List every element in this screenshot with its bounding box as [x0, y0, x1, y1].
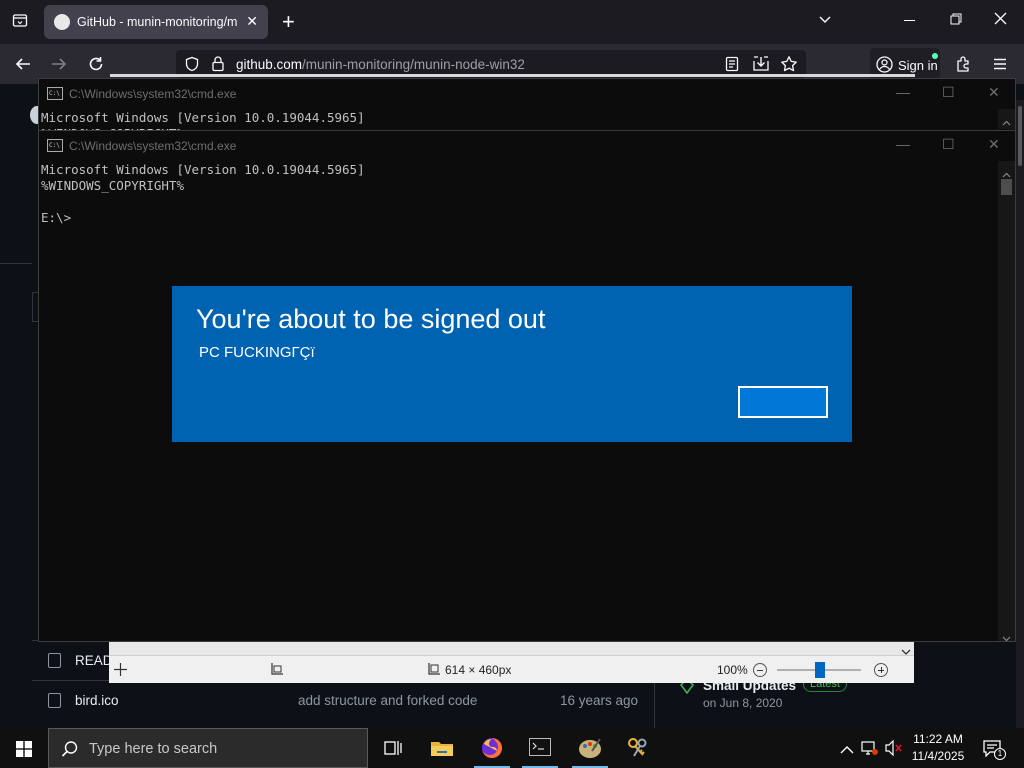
taskbar-search-box[interactable]: Type here to search	[48, 728, 368, 768]
url-path: /munin-monitoring/munin-node-win32	[302, 57, 525, 72]
clock-time[interactable]: 11:22 AM	[908, 732, 968, 746]
firefox-icon	[480, 736, 504, 765]
folder-icon	[430, 739, 454, 762]
file-name[interactable]: bird.ico	[75, 693, 119, 708]
search-placeholder: Type here to search	[89, 741, 218, 757]
file-icon	[48, 693, 61, 708]
gh-sidebar-divider	[654, 680, 655, 728]
taskbar: Type here to search 11:22 AM 11/4/2025 1	[0, 728, 1024, 768]
page-scroll-thumb[interactable]	[1018, 106, 1022, 166]
cmd-taskbar-icon	[529, 738, 551, 756]
new-tab-button[interactable]: +	[282, 9, 295, 35]
image-size-icon	[427, 663, 440, 681]
cmd-window-title: C:\Windows\system32\cmd.exe	[69, 139, 237, 153]
close-window-icon[interactable]	[994, 12, 1007, 28]
url-domain: github.com	[236, 57, 303, 72]
cmd-maximize-icon[interactable]: ☐	[942, 84, 955, 101]
taskbar-firefox[interactable]	[468, 728, 516, 768]
cmd-scrollbar[interactable]	[998, 161, 1015, 642]
dialog-close-button[interactable]	[738, 386, 828, 418]
file-name[interactable]: READ	[75, 653, 113, 668]
taskbar-paint[interactable]	[566, 728, 614, 768]
dialog-message: PC FUCKINGГÇï	[199, 344, 315, 361]
keys-icon	[626, 737, 650, 764]
task-view-icon	[384, 740, 402, 761]
move-tool-icon[interactable]	[114, 663, 127, 681]
cmd-app-icon: C:\	[47, 87, 63, 100]
sign-out-dialog: You're about to be signed out PC FUCKING…	[172, 286, 852, 442]
viewer-window-top	[109, 641, 914, 655]
show-hidden-icons-chevron[interactable]	[840, 742, 854, 760]
cmd-scroll-thumb[interactable]	[1001, 179, 1012, 195]
search-icon	[61, 740, 79, 763]
cmd-scrollbar[interactable]	[998, 109, 1015, 129]
browser-tab-bar: GitHub - munin-monitoring/munin-node-win…	[0, 0, 1024, 44]
cmd-window-title: C:\Windows\system32\cmd.exe	[69, 87, 237, 101]
image-dimensions: 614 × 460px	[445, 663, 512, 677]
taskbar-file-explorer[interactable]	[418, 728, 466, 768]
commit-age: 16 years ago	[559, 693, 638, 708]
windows-logo-icon	[16, 741, 32, 762]
zoom-out-icon[interactable]	[753, 663, 767, 677]
network-icon[interactable]	[861, 740, 879, 761]
cmd-close-icon[interactable]: ✕	[988, 136, 1000, 153]
tab-list-icon[interactable]	[12, 12, 28, 28]
file-row-bird-ico[interactable]: bird.ico add structure and forked code 1…	[32, 680, 654, 720]
cmd-titlebar[interactable]: C:\ C:\Windows\system32\cmd.exe — ☐ ✕	[39, 79, 1015, 109]
zoom-in-icon[interactable]	[874, 663, 888, 677]
gh-left-panel	[0, 84, 32, 264]
list-all-tabs-icon[interactable]	[818, 12, 832, 29]
zoom-level: 100%	[717, 663, 748, 677]
cmd-console-text[interactable]: Microsoft Windows [Version 10.0.19044.59…	[41, 162, 365, 226]
dialog-heading: You're about to be signed out	[196, 304, 546, 334]
zoom-slider-thumb[interactable]	[815, 662, 825, 678]
cmd-close-icon[interactable]: ✕	[988, 84, 1000, 101]
cmd-titlebar[interactable]: C:\ C:\Windows\system32\cmd.exe — ☐ ✕	[39, 131, 1015, 161]
cmd-maximize-icon[interactable]: ☐	[942, 136, 955, 153]
restore-icon[interactable]	[950, 12, 962, 28]
commit-message[interactable]: add structure and forked code	[298, 693, 477, 708]
tab-title: GitHub - munin-monitoring/munin-node-win…	[77, 15, 237, 29]
back-icon[interactable]	[14, 55, 32, 78]
github-favicon-icon	[54, 14, 70, 30]
app-menu-icon[interactable]	[992, 56, 1008, 77]
scroll-down-arrow-icon[interactable]	[1002, 629, 1011, 647]
image-viewer-status-bar: 614 × 460px 100%	[109, 655, 914, 683]
sign-in-label: Sign in	[898, 58, 938, 73]
forward-icon[interactable]	[50, 55, 68, 78]
url-text: github.com/munin-monitoring/munin-node-w…	[236, 57, 525, 72]
page-load-progress	[110, 74, 915, 77]
start-button[interactable]	[0, 728, 48, 768]
extensions-icon[interactable]	[955, 55, 973, 78]
cmd-minimize-icon[interactable]: —	[896, 136, 910, 152]
taskbar-cmd[interactable]	[516, 728, 564, 768]
reload-icon[interactable]	[87, 55, 105, 78]
volume-muted-icon[interactable]	[884, 739, 904, 761]
sign-in-badge	[932, 53, 938, 59]
clock-date[interactable]: 11/4/2025	[908, 749, 968, 763]
release-date: on Jun 8, 2020	[703, 696, 783, 710]
scroll-up-arrow-icon[interactable]	[1002, 113, 1011, 131]
paint-palette-icon	[578, 737, 602, 764]
page-scrollbar[interactable]	[1016, 100, 1024, 728]
selection-tool-icon[interactable]	[269, 663, 283, 682]
tab-close-icon[interactable]: ✕	[246, 13, 258, 30]
task-view-button[interactable]	[368, 728, 416, 768]
notification-count: 1	[994, 748, 1006, 760]
cmd-minimize-icon[interactable]: —	[896, 84, 910, 100]
cmd-app-icon: C:\	[47, 139, 63, 152]
tab-github[interactable]: GitHub - munin-monitoring/munin-node-win…	[44, 5, 268, 39]
action-center-button[interactable]: 1	[980, 736, 1006, 760]
minimize-icon[interactable]	[904, 20, 915, 21]
taskbar-keys-app[interactable]	[614, 728, 662, 768]
file-icon	[48, 653, 61, 668]
